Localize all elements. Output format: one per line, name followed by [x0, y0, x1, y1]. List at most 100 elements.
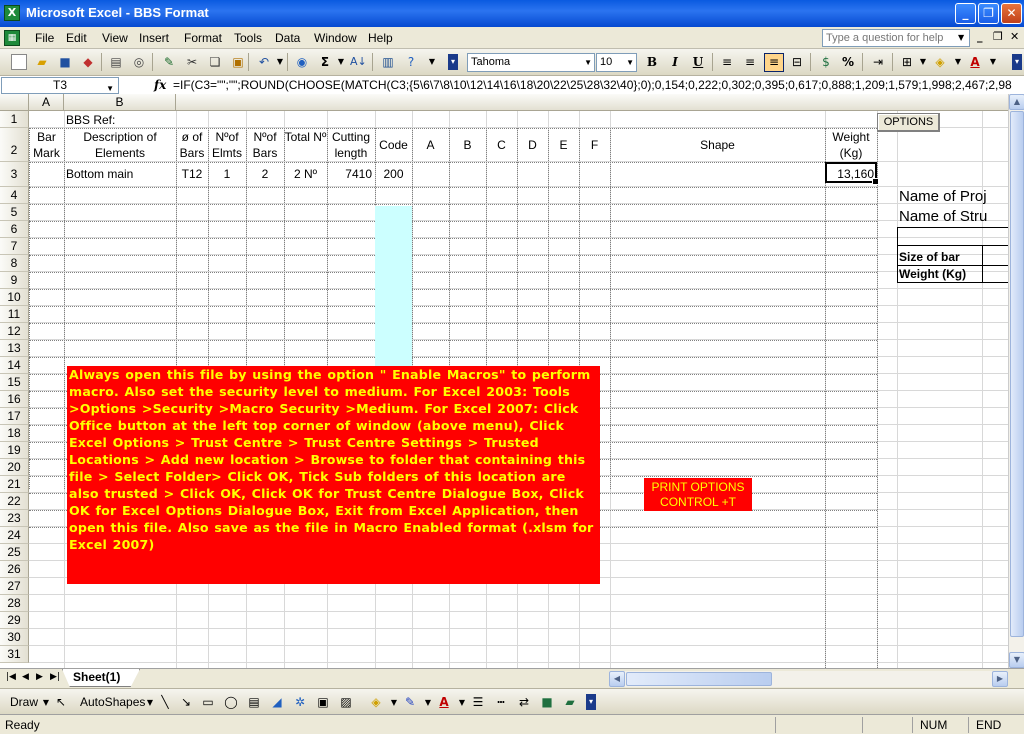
row-header[interactable]: 27: [0, 578, 29, 595]
arrow-style-icon[interactable]: ⇄: [516, 694, 532, 710]
first-sheet-icon[interactable]: |◀: [6, 672, 16, 682]
column-header-a[interactable]: A: [29, 94, 64, 111]
menu-data[interactable]: Data: [275, 31, 300, 45]
italic-button[interactable]: I: [667, 54, 683, 70]
menu-help[interactable]: Help: [368, 31, 393, 45]
currency-icon[interactable]: $: [818, 54, 834, 70]
wordart-icon[interactable]: ◢: [269, 694, 285, 710]
row-header[interactable]: 16: [0, 391, 29, 408]
row-header[interactable]: 13: [0, 340, 29, 357]
clip-art-icon[interactable]: ▣: [315, 694, 331, 710]
rectangle-icon[interactable]: ▭: [200, 694, 216, 710]
scroll-down-icon[interactable]: ▼: [1009, 652, 1024, 668]
chevron-down-icon[interactable]: ▼: [420, 695, 436, 711]
line-style-icon[interactable]: ☰: [470, 694, 486, 710]
menu-window[interactable]: Window: [314, 31, 357, 45]
menu-tools[interactable]: Tools: [234, 31, 262, 45]
picture-icon[interactable]: ▨: [338, 694, 354, 710]
menu-insert[interactable]: Insert: [139, 31, 169, 45]
paste-icon[interactable]: ▣: [230, 54, 246, 70]
menu-view[interactable]: View: [102, 31, 128, 45]
row-header[interactable]: 26: [0, 561, 29, 578]
next-sheet-icon[interactable]: ▶: [36, 672, 43, 682]
vertical-scrollbar[interactable]: ▲ ▼: [1008, 94, 1024, 668]
font-size-select[interactable]: 10 ▼: [596, 53, 637, 72]
diagram-icon[interactable]: ✲: [292, 694, 308, 710]
chevron-down-icon[interactable]: ▼: [915, 54, 931, 70]
help-search-input[interactable]: Type a question for help: [822, 29, 970, 47]
align-center-icon[interactable]: ≡: [742, 54, 758, 70]
chevron-down-icon[interactable]: ▼: [950, 54, 966, 70]
row-header[interactable]: 11: [0, 306, 29, 323]
cell-d3-elmts[interactable]: 1: [208, 166, 246, 182]
percent-style-button[interactable]: %: [840, 54, 856, 70]
select-all-corner[interactable]: [0, 94, 29, 111]
sort-ascending-icon[interactable]: A↓: [350, 54, 367, 70]
column-header-b[interactable]: B: [64, 94, 176, 111]
worksheet-grid[interactable]: A B 1 2 3 4 5 6 7 8 9 10 11 12 13 14 15 16 17 18 19 20 21 22 2…: [0, 94, 1008, 668]
align-right-icon[interactable]: ≡: [764, 53, 784, 72]
insert-function-icon[interactable]: fx: [154, 78, 166, 92]
oval-icon[interactable]: ◯: [223, 694, 239, 710]
minimize-button[interactable]: _: [955, 3, 976, 24]
cut-icon[interactable]: ✂: [184, 54, 200, 70]
row-header[interactable]: 15: [0, 374, 29, 391]
cell-f3-total[interactable]: 2 Nº: [284, 166, 327, 182]
row-header[interactable]: 18: [0, 425, 29, 442]
row-header[interactable]: 30: [0, 629, 29, 646]
row-header[interactable]: 2: [0, 128, 29, 162]
new-file-icon[interactable]: [11, 54, 27, 70]
menu-edit[interactable]: Edit: [66, 31, 87, 45]
row-header[interactable]: 31: [0, 646, 29, 663]
open-folder-icon[interactable]: ▰: [34, 54, 50, 70]
chevron-down-icon[interactable]: ▼: [142, 695, 158, 711]
font-color-icon[interactable]: A: [436, 694, 452, 710]
print-preview-icon[interactable]: ◎: [131, 54, 147, 70]
fill-color-icon[interactable]: ◈: [368, 694, 384, 710]
row-header[interactable]: 21: [0, 476, 29, 493]
bold-button[interactable]: B: [644, 54, 660, 70]
row-header[interactable]: 17: [0, 408, 29, 425]
prev-sheet-icon[interactable]: ◀: [22, 672, 29, 682]
shadow-style-icon[interactable]: ■: [539, 694, 555, 710]
menu-format[interactable]: Format: [184, 31, 222, 45]
options-button[interactable]: OPTIONS: [877, 113, 940, 132]
row-header[interactable]: 7: [0, 238, 29, 255]
autoshapes-menu[interactable]: AutoShapes: [80, 695, 145, 709]
close-button[interactable]: ✕: [1001, 3, 1022, 24]
row-header[interactable]: 24: [0, 527, 29, 544]
row-header[interactable]: 14: [0, 357, 29, 374]
chevron-down-icon[interactable]: ▼: [386, 695, 402, 711]
scroll-right-icon[interactable]: ▶: [992, 671, 1008, 687]
chevron-down-icon[interactable]: ▼: [454, 695, 470, 711]
menu-file[interactable]: File: [35, 31, 54, 45]
name-box[interactable]: T3 ▼: [1, 77, 119, 94]
doc-restore-button[interactable]: ❐: [993, 30, 1003, 43]
permission-icon[interactable]: ◆: [80, 54, 96, 70]
row-header[interactable]: 19: [0, 442, 29, 459]
dash-style-icon[interactable]: ┅: [493, 694, 509, 710]
doc-close-button[interactable]: ✕: [1010, 30, 1019, 43]
cell-b3-description[interactable]: Bottom main: [66, 166, 133, 182]
fill-color-icon[interactable]: ◈: [932, 54, 948, 70]
select-objects-icon[interactable]: ↖: [53, 694, 69, 710]
autosum-icon[interactable]: Σ: [317, 54, 333, 70]
chevron-down-icon[interactable]: ▼: [333, 54, 349, 70]
draw-menu[interactable]: Draw: [10, 695, 38, 709]
horizontal-scroll-thumb[interactable]: [626, 672, 772, 686]
borders-icon[interactable]: ⊞: [899, 54, 915, 70]
workbook-icon[interactable]: ▦: [4, 30, 20, 46]
row-header[interactable]: 8: [0, 255, 29, 272]
row-header[interactable]: 5: [0, 204, 29, 221]
row-header[interactable]: 10: [0, 289, 29, 306]
cell-e3-bars[interactable]: 2: [246, 166, 284, 182]
font-name-select[interactable]: Tahoma ▼: [467, 53, 595, 72]
row-header[interactable]: 29: [0, 612, 29, 629]
row-header[interactable]: 4: [0, 187, 29, 204]
undo-icon[interactable]: ↶: [256, 54, 272, 70]
save-icon[interactable]: ■: [57, 54, 73, 70]
line-color-icon[interactable]: ✎: [402, 694, 418, 710]
chevron-down-icon[interactable]: ▼: [38, 695, 54, 711]
print-icon[interactable]: ▤: [108, 54, 124, 70]
restore-button[interactable]: ❐: [978, 3, 999, 24]
